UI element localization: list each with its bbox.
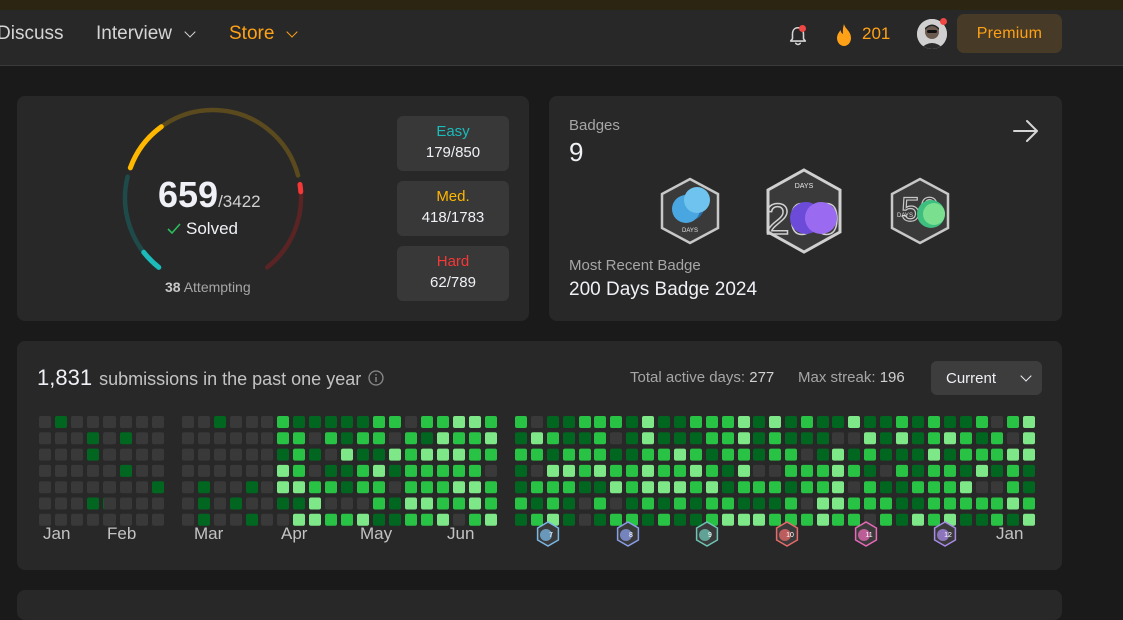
top-accent-strip [0, 0, 1123, 10]
attempting-count: 38 [165, 279, 181, 295]
monthly-badge-icon[interactable]: 11 [854, 521, 878, 547]
monthly-badge-number: 9 [708, 532, 712, 539]
arrow-right-icon[interactable] [1012, 118, 1040, 144]
ring-segment-hard [297, 181, 304, 195]
days-badge-icon[interactable]: DAYS [657, 176, 723, 246]
monthly-badge-number: 11 [865, 532, 872, 539]
monthly-badge-icon[interactable]: 8 [616, 521, 640, 547]
top-navbar: Discuss Interview Store 201 Premium [0, 10, 1123, 66]
monthly-badge-number: 7 [549, 532, 553, 539]
ring-segment-med [127, 124, 164, 171]
hard-value: 62/789 [430, 274, 476, 291]
premium-label: Premium [976, 24, 1043, 42]
badges-count: 9 [569, 137, 584, 167]
attempting-label: Attempting [183, 279, 251, 295]
solved-number: 659 [158, 174, 219, 215]
monthly-badges: 7 8 9 10 11 12 [536, 521, 957, 547]
nav-store[interactable]: Store [229, 23, 299, 45]
chevron-down-icon [286, 25, 299, 38]
solved-label: Solved [186, 219, 238, 238]
solved-label-row: Solved [167, 219, 238, 239]
next-card [17, 590, 1062, 620]
monthly-badge-icon[interactable]: 7 [536, 521, 560, 547]
badge-days-text: DAYS [897, 213, 913, 219]
nav-discuss-label: Discuss [0, 23, 64, 44]
solved-count: 659/3422 [158, 174, 261, 216]
difficulty-medium[interactable]: Med. 418/1783 [397, 181, 509, 236]
difficulty-easy[interactable]: Easy 179/850 [397, 116, 509, 171]
monthly-badge-number: 8 [629, 532, 633, 539]
badges-card: Badges 9 DAYS DAYS 200 50 DAYS Most Rece… [549, 96, 1062, 321]
50-days-badge-icon[interactable]: 50 DAYS [887, 176, 953, 246]
submission-calendar-card: 1,831 submissions in the past one year T… [17, 341, 1062, 570]
medium-label: Med. [436, 188, 470, 205]
difficulty-hard[interactable]: Hard 62/789 [397, 246, 509, 301]
recent-badge-name: 200 Days Badge 2024 [569, 279, 758, 300]
nav-discuss[interactable]: Discuss [0, 23, 64, 45]
chevron-down-icon [184, 25, 196, 38]
total-number: /3422 [218, 192, 261, 211]
attempting-row: 38 Attempting [165, 279, 251, 295]
monthly-badge-icon[interactable]: 9 [695, 521, 719, 547]
ring-segment-bg [128, 107, 301, 178]
streak-count[interactable]: 201 [862, 24, 890, 44]
hard-label: Hard [436, 253, 470, 270]
easy-label: Easy [436, 123, 470, 140]
fire-icon[interactable] [834, 23, 854, 47]
check-icon [167, 223, 181, 235]
monthly-badge-number: 10 [786, 532, 794, 539]
notification-dot [799, 25, 806, 32]
200-days-badge-icon[interactable]: DAYS 200 [764, 168, 844, 254]
nav-store-label: Store [229, 23, 275, 44]
badge-days-text: DAYS [795, 183, 814, 190]
medium-value: 418/1783 [421, 209, 485, 226]
recent-badge-label: Most Recent Badge [569, 257, 701, 274]
badge-days-text: DAYS [682, 228, 698, 234]
monthly-badge-icon[interactable]: 12 [933, 521, 957, 547]
progress-card: 659/3422 Solved 38 Attempting Easy 179/8… [17, 96, 529, 321]
nav-interview-label: Interview [96, 23, 173, 44]
monthly-badge-icon[interactable]: 10 [775, 521, 799, 547]
premium-button[interactable]: Premium [957, 14, 1062, 53]
easy-value: 179/850 [425, 144, 481, 161]
nav-interview[interactable]: Interview [96, 23, 196, 45]
avatar-notification-dot [940, 18, 947, 25]
badges-label: Badges [569, 117, 620, 134]
monthly-badge-number: 12 [944, 532, 952, 539]
ring-segment-bg [264, 182, 304, 270]
ring-segment-easy [141, 249, 162, 270]
